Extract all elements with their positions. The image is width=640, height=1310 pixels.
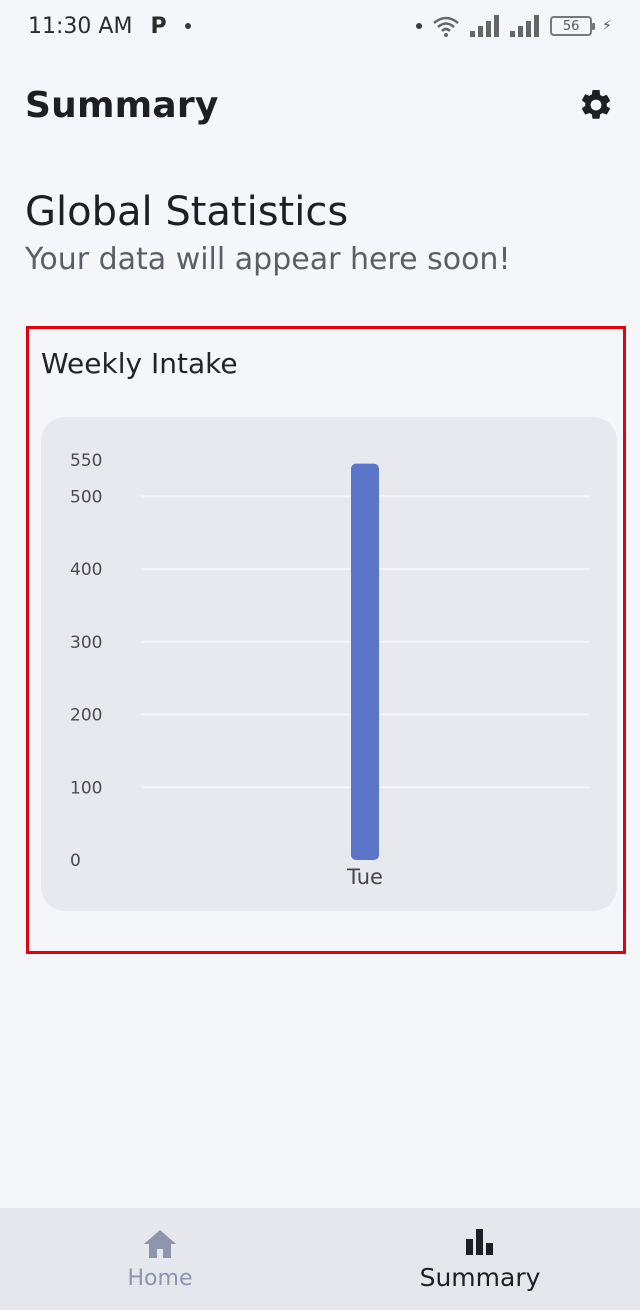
wifi-icon bbox=[433, 16, 459, 37]
settings-button[interactable] bbox=[576, 85, 616, 125]
gear-icon bbox=[581, 89, 611, 119]
section-subtitle: Your data will appear here soon! bbox=[25, 242, 511, 277]
chart-container: 0 100 200 300 400 500 550 Tue bbox=[41, 417, 617, 911]
nav-label-home: Home bbox=[127, 1265, 193, 1291]
statistics-section: Global Statistics Your data will appear … bbox=[25, 186, 625, 282]
nav-item-summary[interactable]: Summary bbox=[320, 1208, 640, 1310]
signal-icon bbox=[470, 15, 500, 37]
bar bbox=[351, 463, 379, 860]
page-title: Summary bbox=[25, 84, 219, 126]
home-icon bbox=[144, 1229, 176, 1258]
y-tick-label: 500 bbox=[70, 487, 102, 507]
y-tick-label: 300 bbox=[70, 633, 102, 653]
y-tick-label: 200 bbox=[70, 706, 102, 726]
bottom-navigation: Home Summary bbox=[0, 1208, 640, 1310]
weekly-intake-card: Weekly Intake 0 100 200 300 400 500 550 Tue bbox=[26, 326, 626, 954]
section-title: Global Statistics bbox=[25, 189, 349, 235]
status-bar: 11:30 AM P 56 ⚡ bbox=[0, 0, 640, 52]
x-tick-label: Tue bbox=[346, 865, 383, 889]
weekly-intake-chart: 0 100 200 300 400 500 550 Tue bbox=[70, 451, 589, 889]
y-tick-label: 400 bbox=[70, 560, 102, 580]
y-tick-label: 550 bbox=[70, 451, 102, 471]
y-tick-label: 100 bbox=[70, 778, 102, 798]
app-notification-icon: P bbox=[150, 13, 167, 39]
battery-icon: 56 bbox=[550, 16, 596, 36]
y-tick-label: 0 bbox=[70, 851, 81, 871]
notification-dot-icon bbox=[184, 23, 191, 29]
app-header: Summary bbox=[0, 70, 640, 140]
status-time: 11:30 AM bbox=[28, 13, 133, 39]
charging-icon: ⚡ bbox=[602, 18, 612, 34]
status-dot-icon bbox=[416, 23, 423, 29]
signal-icon-2 bbox=[510, 15, 540, 37]
nav-item-home[interactable]: Home bbox=[0, 1208, 320, 1310]
bar-chart-icon bbox=[466, 1228, 493, 1255]
battery-level: 56 bbox=[562, 18, 580, 34]
nav-label-summary: Summary bbox=[419, 1262, 541, 1292]
card-title: Weekly Intake bbox=[41, 347, 238, 380]
